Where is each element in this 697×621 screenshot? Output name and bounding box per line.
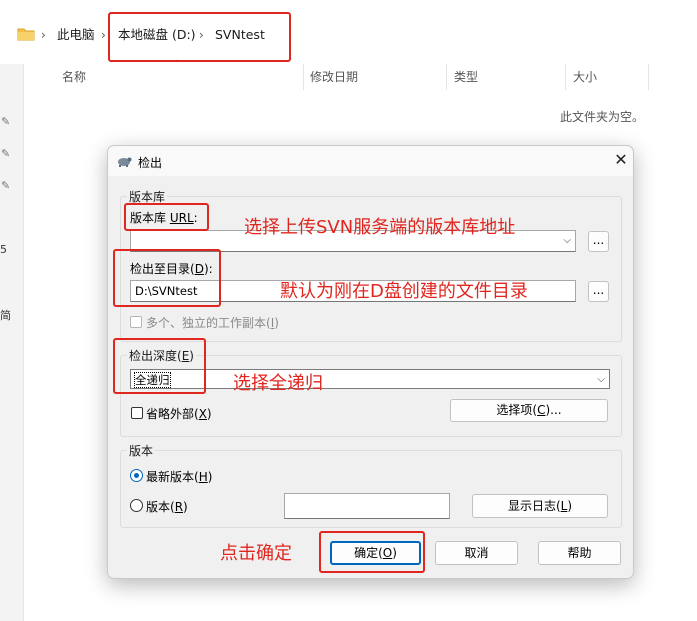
column-divider[interactable] xyxy=(648,64,649,90)
empty-folder-message: 此文件夹为空。 xyxy=(560,110,645,124)
cancel-button[interactable]: 取消 xyxy=(435,541,518,565)
column-divider[interactable] xyxy=(303,64,304,90)
multi-copy-label: 多个、独立的工作副本(I) xyxy=(146,316,279,330)
head-revision-label: 最新版本(H) xyxy=(146,470,213,484)
show-log-button[interactable]: 显示日志(L) xyxy=(472,494,608,518)
column-header-size[interactable]: 大小 xyxy=(573,70,597,84)
omit-externals-label: 省略外部(X) xyxy=(146,407,212,421)
annotation-dir: 默认为刚在D盘创建的文件目录 xyxy=(280,281,528,302)
column-header-name[interactable]: 名称 xyxy=(62,70,86,84)
choose-items-button[interactable]: 选择项(C)... xyxy=(450,399,608,422)
annotation-url: 选择上传SVN服务端的版本库地址 xyxy=(244,217,516,238)
chevron-down-icon[interactable]: ⌵ xyxy=(597,370,605,388)
annotation-ok: 点击确定 xyxy=(220,543,292,564)
breadcrumb-this-pc[interactable]: 此电脑 xyxy=(57,27,95,43)
column-divider[interactable] xyxy=(446,64,447,90)
dialog-titlebar[interactable] xyxy=(108,146,633,176)
revision-group-label: 版本 xyxy=(127,442,156,459)
chevron-down-icon[interactable]: ⌵ xyxy=(563,231,571,251)
omit-externals-checkbox[interactable] xyxy=(131,407,143,419)
pin-icon: ✎ xyxy=(1,147,11,160)
multi-copy-checkbox[interactable] xyxy=(130,316,142,328)
specific-revision-label: 版本(R) xyxy=(146,500,188,514)
highlight-breadcrumb xyxy=(108,12,291,62)
close-icon[interactable]: ✕ xyxy=(611,150,631,170)
browse-url-button[interactable]: ... xyxy=(588,231,609,252)
folder-icon xyxy=(17,28,35,41)
column-header-date[interactable]: 修改日期 xyxy=(310,70,358,84)
chevron-right-icon: › xyxy=(101,28,106,42)
pin-icon: ✎ xyxy=(1,179,11,192)
chevron-right-icon: › xyxy=(41,28,46,42)
browse-dir-button[interactable]: ... xyxy=(588,281,609,302)
tortoise-icon xyxy=(118,157,132,167)
specific-revision-radio[interactable] xyxy=(130,499,143,512)
help-button[interactable]: 帮助 xyxy=(538,541,621,565)
highlight-depth xyxy=(113,338,206,394)
revision-number-input[interactable] xyxy=(284,493,450,519)
pin-icon: ✎ xyxy=(1,115,11,128)
highlight-ok-button xyxy=(319,531,425,573)
dialog-title: 检出 xyxy=(138,156,163,170)
head-revision-radio[interactable] xyxy=(130,469,143,482)
nav-item-fragment[interactable]: 简 xyxy=(0,307,11,323)
nav-item-fragment[interactable]: 5 xyxy=(0,243,7,256)
column-header-type[interactable]: 类型 xyxy=(454,70,478,84)
highlight-url-label xyxy=(124,203,209,231)
highlight-checkout-dir xyxy=(113,249,221,307)
column-divider[interactable] xyxy=(565,64,566,90)
annotation-depth: 选择全递归 xyxy=(233,373,323,394)
